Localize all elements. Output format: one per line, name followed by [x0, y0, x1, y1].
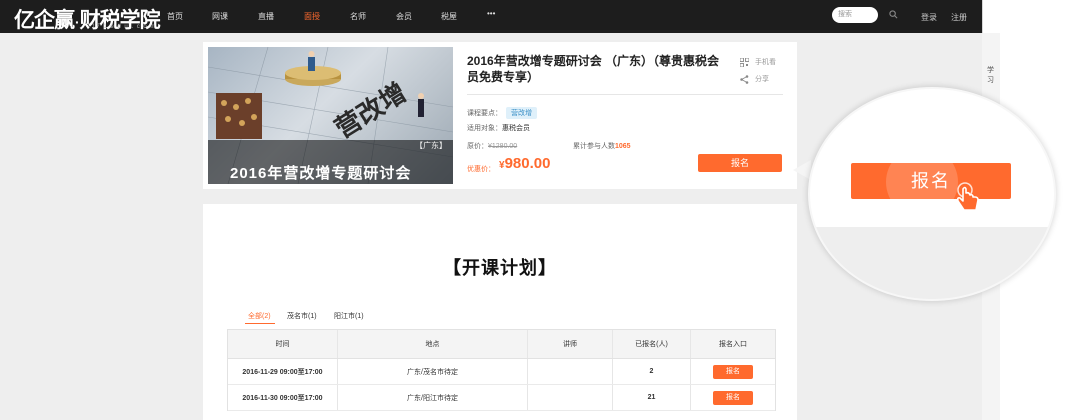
mobile-view-label: 手机看: [755, 59, 776, 66]
nav-tax-house[interactable]: 税屋: [441, 11, 457, 22]
pointer-hand-icon: [956, 182, 979, 211]
row-place: 广东/阳江市待定: [338, 385, 528, 410]
nav-membership[interactable]: 会员: [396, 11, 412, 22]
banner-title: 2016年营改增专题研讨会: [230, 165, 412, 182]
filter-all[interactable]: 全部(2): [248, 311, 271, 321]
share-button[interactable]: 分享: [740, 74, 769, 84]
row-enrolled: 2: [613, 359, 691, 384]
course-target: 适用对象：惠税会员: [467, 123, 530, 133]
target-label: 适用对象：: [467, 125, 502, 132]
table-row: 2016-11-30 09:00至17:00 广东/阳江市待定 21 报名: [228, 385, 775, 411]
title-divider: [467, 94, 783, 95]
row-action: 报名: [691, 359, 775, 384]
column-header-action: 报名入口: [719, 341, 747, 348]
nav-more[interactable]: •••: [487, 9, 495, 18]
key-points-tag[interactable]: 营改增: [506, 107, 537, 119]
key-points-label: 课程要点：: [467, 110, 502, 117]
magnifier-callout: 报名: [808, 87, 1056, 301]
row-action: 报名: [691, 385, 775, 410]
nav-home[interactable]: 首页: [167, 11, 183, 22]
row-register-button[interactable]: 报名: [713, 390, 753, 405]
participants-label: 累计参与人数: [573, 143, 615, 150]
participants-row: 累计参与人数1065: [573, 141, 631, 151]
schedule-title: 【开课计划】: [443, 258, 557, 278]
svg-text:营改增: 营改增: [329, 77, 412, 145]
column-header-time: 时间: [228, 330, 338, 358]
mobile-view-button[interactable]: 手机看: [739, 57, 776, 68]
course-schedule-card: 【开课计划】 全部(2) 茂名市(1) 阳江市(1) 时间 地点 讲师 已报名(…: [203, 204, 797, 420]
filter-active-underline: [245, 323, 275, 324]
click-ripple: [886, 146, 958, 218]
nav-online-course[interactable]: 网课: [212, 11, 228, 22]
row-teacher: [528, 385, 613, 410]
logo-mark: 亿企赢: [14, 9, 75, 32]
side-toolbar-label[interactable]: 学习: [987, 66, 995, 86]
target-value: 惠税会员: [502, 125, 530, 132]
promo-price-label: 优惠价：: [467, 166, 495, 173]
nav-face-to-face[interactable]: 面授: [304, 11, 320, 22]
row-time: 2016-11-29 09:00至17:00: [228, 359, 338, 384]
row-time: 2016-11-30 09:00至17:00: [228, 385, 338, 410]
magnifier-pointer: [793, 160, 811, 180]
table-header: 时间 地点 讲师 已报名(人) 报名入口: [228, 330, 775, 359]
column-header-place: 地点: [338, 330, 528, 358]
filter-maoming[interactable]: 茂名市(1): [287, 311, 317, 321]
column-header-teacher: 讲师: [528, 330, 613, 358]
qr-code-icon: [739, 57, 750, 68]
row-teacher: [528, 359, 613, 384]
magnifier-background-band: [810, 227, 1054, 299]
promo-price-value: 980.00: [504, 155, 551, 172]
filter-yangjiang[interactable]: 阳江市(1): [334, 311, 364, 321]
original-price-label: 原价：: [467, 143, 488, 150]
nav-teachers[interactable]: 名师: [350, 11, 366, 22]
course-key-points: 课程要点： 营改增: [467, 107, 537, 119]
logo-url: 17 1 e d u . c o m: [92, 24, 157, 30]
promo-price: ¥980.00: [499, 155, 550, 172]
course-banner-image[interactable]: 营改增 【广东】 2016年营改增专题研讨会: [208, 47, 453, 184]
schedule-table: 时间 地点 讲师 已报名(人) 报名入口 2016-11-29 09:00至17…: [227, 329, 776, 411]
nav-live[interactable]: 直播: [258, 11, 274, 22]
row-register-button[interactable]: 报名: [713, 364, 753, 379]
login-link[interactable]: 登录: [921, 12, 937, 23]
banner-region-tag: 【广东】: [415, 141, 447, 150]
top-nav: 亿企赢·财税学院 17 1 e d u . c o m 首页 网课 直播 面授 …: [0, 0, 982, 33]
register-link[interactable]: 注册: [951, 12, 967, 23]
course-title: 2016年营改增专题研讨会 （广东）（尊贵惠税会员免费专享）: [467, 54, 720, 84]
participants-count: 1065: [615, 143, 631, 150]
original-price-row: 原价：¥1280.00: [467, 141, 517, 151]
row-enrolled: 21: [613, 385, 691, 410]
logo-dot: ·: [75, 14, 80, 30]
course-detail-card: 营改增 【广东】 2016年营改增专题研讨会 2016年营改增专题研讨会 （广东…: [203, 42, 797, 189]
column-header-enrolled: 已报名(人): [613, 330, 691, 358]
search-icon[interactable]: [889, 10, 898, 19]
table-row: 2016-11-29 09:00至17:00 广东/茂名市待定 2 报名: [228, 359, 775, 385]
original-price: ¥1280.00: [488, 143, 518, 150]
share-label: 分享: [755, 76, 769, 83]
search-input[interactable]: 搜索: [832, 7, 878, 23]
share-icon: [740, 74, 749, 84]
row-place: 广东/茂名市待定: [338, 359, 528, 384]
register-button[interactable]: 报名: [698, 154, 782, 172]
